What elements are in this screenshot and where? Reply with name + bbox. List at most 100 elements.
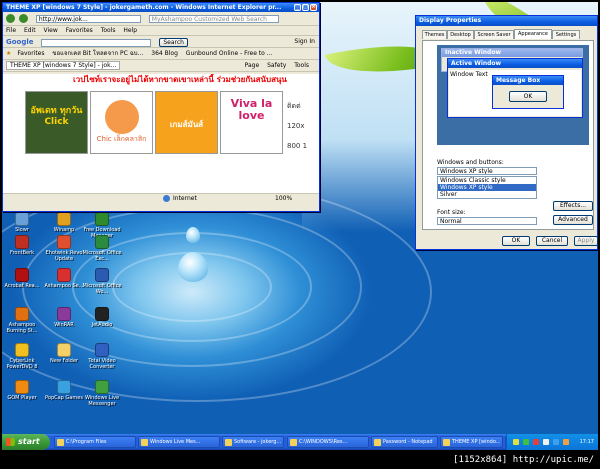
banner-text: อัพเดท ทุกวัน Click: [30, 106, 83, 127]
tab-themes[interactable]: Themes: [422, 30, 447, 39]
banner-text: Chic เล็กคลาสิก: [96, 135, 147, 143]
option-xp[interactable]: Windows XP style: [438, 184, 536, 191]
tray-icon[interactable]: [553, 439, 559, 445]
desktop-icon[interactable]: Microsoft Office Wo...: [82, 268, 122, 295]
side-text: 800 1: [287, 142, 308, 150]
desktop-icon[interactable]: Windows Live Messenger: [82, 380, 122, 407]
desktop-icon-label: Slowr: [15, 227, 29, 233]
address-input[interactable]: http://www.jok...: [35, 14, 141, 23]
preview-inactive-title: Inactive Window: [442, 49, 582, 57]
minimize-button[interactable]: _: [294, 4, 301, 11]
browser-tab[interactable]: THEME XP [windows 7 Style] - jok...: [6, 61, 121, 70]
app-icon: [57, 212, 71, 226]
app-icon: [95, 343, 109, 357]
menu-help[interactable]: Help: [123, 27, 137, 34]
tray-icon[interactable]: [513, 439, 519, 445]
app-icon: [95, 380, 109, 394]
desktop-icon-label: Windows Live Messenger: [84, 395, 120, 407]
desktop-icon-label: New Folder: [50, 358, 78, 364]
forward-icon[interactable]: [18, 14, 28, 23]
cancel-button[interactable]: Cancel: [536, 236, 568, 246]
advanced-button[interactable]: Advanced: [553, 215, 593, 225]
banner-text: เกมส์มันส์: [169, 120, 204, 129]
signin-link[interactable]: Sign In: [294, 36, 315, 47]
tab-settings[interactable]: Settings: [552, 30, 580, 39]
banner-ad[interactable]: Viva la love: [220, 91, 283, 154]
desktop-icon-label: Microsoft Office Wo...: [82, 283, 122, 295]
window-icon: [225, 439, 232, 446]
page-menu[interactable]: Page: [245, 62, 260, 69]
favorites-button[interactable]: Favorites: [17, 50, 44, 57]
desktop-icon-label: CyberLink PowerDVD 8: [6, 358, 38, 370]
tab-desktop[interactable]: Desktop: [447, 30, 474, 39]
desktop-icon[interactable]: Ashampoo Se...: [44, 268, 84, 289]
safety-menu[interactable]: Safety: [267, 62, 286, 69]
banner-ad[interactable]: อัพเดท ทุกวัน Click: [25, 91, 88, 154]
menu-favorites[interactable]: Favorites: [66, 27, 93, 34]
desktop-icon[interactable]: New Folder: [44, 343, 84, 364]
desktop-icon[interactable]: Ehotwink Revo Update: [44, 235, 84, 262]
desktop-icon[interactable]: Acrobat Rea...: [2, 268, 42, 289]
close-button[interactable]: ×: [310, 4, 317, 11]
window-icon: [290, 439, 297, 446]
taskbar-button[interactable]: Windows Live Mes...: [138, 436, 220, 448]
desktop-icon[interactable]: Ashampoo Burning St...: [2, 307, 42, 334]
google-search-input[interactable]: [41, 38, 152, 47]
desktop-icon[interactable]: Slowr: [2, 212, 42, 233]
font-size-select[interactable]: Normal: [437, 217, 537, 225]
zoom-level[interactable]: 100%: [275, 194, 292, 202]
desktop-icon[interactable]: Winamp: [44, 212, 84, 233]
desktop-icon[interactable]: PopCap Games: [44, 380, 84, 401]
water-drop: [178, 252, 208, 282]
web-search-input[interactable]: MyAshampoo Customized Web Search: [148, 14, 279, 23]
clock[interactable]: 17:17: [580, 439, 594, 445]
side-info: ติดต่ 120x 800 1: [287, 96, 307, 156]
tray-icon[interactable]: [523, 439, 529, 445]
app-icon: [15, 235, 29, 249]
back-icon[interactable]: [6, 14, 15, 23]
maximize-button[interactable]: □: [302, 4, 309, 11]
google-search-button[interactable]: Search: [159, 38, 188, 47]
effects-button[interactable]: Effects...: [553, 201, 593, 211]
desktop-icon[interactable]: WinRAR: [44, 307, 84, 328]
apply-button[interactable]: Apply: [574, 236, 598, 246]
fav-link[interactable]: 364 Blog: [151, 50, 178, 57]
desktop-icon-label: PopCap Games: [45, 395, 83, 401]
desktop-icon[interactable]: Total Video Converter: [82, 343, 122, 370]
taskbar-button[interactable]: C:\WINDOWS\Res...: [287, 436, 369, 448]
tray-icon[interactable]: [543, 439, 549, 445]
option-silver[interactable]: Silver: [438, 191, 536, 198]
window-icon: [374, 439, 381, 446]
desktop-icon[interactable]: Microsoft Office Exc...: [82, 235, 122, 262]
tray-icon[interactable]: [533, 439, 539, 445]
display-titlebar[interactable]: Display Properties: [416, 16, 597, 26]
tab-appearance[interactable]: Appearance: [514, 29, 552, 39]
app-icon: [95, 212, 109, 226]
option-classic[interactable]: Windows Classic style: [438, 177, 536, 184]
desktop-icon[interactable]: GOM Player: [2, 380, 42, 401]
banner-ad[interactable]: Chic เล็กคลาสิก: [90, 91, 153, 154]
tools-menu[interactable]: Tools: [294, 62, 309, 69]
banner-ad[interactable]: เกมส์มันส์: [155, 91, 218, 154]
menu-tools[interactable]: Tools: [101, 27, 116, 34]
start-button[interactable]: start: [2, 434, 50, 450]
fav-link[interactable]: Gunbound Online - Free to ...: [186, 50, 273, 57]
ok-button[interactable]: OK: [502, 236, 530, 246]
windows-buttons-select[interactable]: Windows XP style: [437, 167, 537, 175]
taskbar-button[interactable]: C:\Program Files: [54, 436, 136, 448]
desktop-icon[interactable]: CyberLink PowerDVD 8: [2, 343, 42, 370]
desktop-icon[interactable]: FrontBerk: [2, 235, 42, 256]
taskbar-button[interactable]: Software - jokerg...: [222, 436, 284, 448]
menu-view[interactable]: View: [44, 27, 58, 34]
ie-titlebar[interactable]: THEME XP [windows 7 Style] - jokergameth…: [3, 3, 319, 12]
fav-link[interactable]: ขอแจกเคส Bit โหลดจาก PC ฉบ...: [52, 50, 143, 57]
tab-screen-saver[interactable]: Screen Saver: [474, 30, 514, 39]
menu-edit[interactable]: Edit: [24, 27, 36, 34]
app-icon: [57, 343, 71, 357]
desktop-icon[interactable]: JetAudio: [82, 307, 122, 328]
menu-file[interactable]: File: [6, 27, 16, 34]
tray-icon[interactable]: [563, 439, 569, 445]
desktop-icon-label: Ashampoo Se...: [44, 283, 84, 289]
taskbar-button[interactable]: Password - Notepad: [371, 436, 438, 448]
taskbar-button[interactable]: THEME XP [windo...: [440, 436, 503, 448]
